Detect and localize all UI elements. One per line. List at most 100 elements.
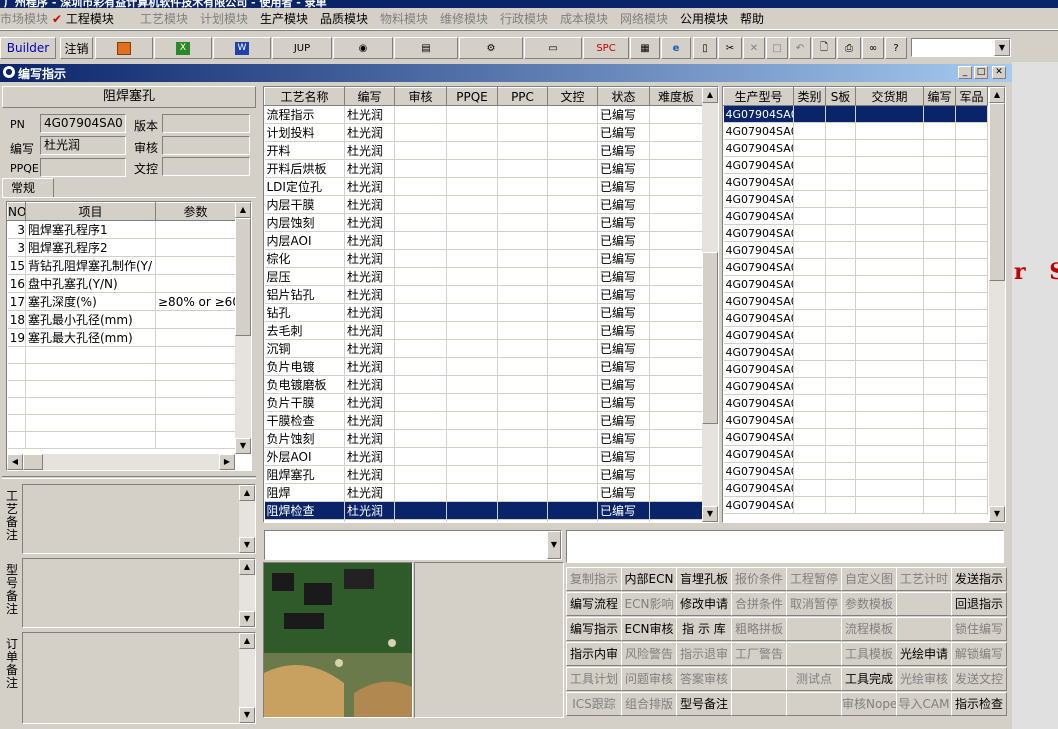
action-button[interactable]: 流程模板 [841, 617, 897, 641]
table-row[interactable]: 3 阻焊塞孔程序2 [7, 238, 236, 257]
table-row[interactable]: 负片蚀刻 杜光润 已编写 [264, 429, 703, 448]
table-row[interactable]: 内层AOI 杜光润 已编写 [264, 231, 703, 250]
table-row[interactable]: 内层干膜 杜光润 已编写 [264, 195, 703, 214]
menu-item-12[interactable]: 帮助 [740, 10, 764, 27]
param-hscroll[interactable]: ◀ ▶ [7, 454, 235, 470]
action-button[interactable]: 自定义图 [841, 567, 897, 591]
table-row[interactable]: 4G07904SA0 [723, 275, 988, 293]
table-row[interactable]: 16 盘中孔塞孔(Y/N) [7, 274, 236, 293]
table-row[interactable]: 阻焊塞孔 杜光润 已编写 [264, 465, 703, 484]
action-button[interactable]: 回退指示 [951, 592, 1007, 616]
jup-button[interactable]: JUP [272, 37, 332, 59]
table-row[interactable]: 4G07904SA0 [723, 326, 988, 344]
view-button[interactable]: ◉ [333, 37, 393, 59]
table-row[interactable]: 字符杜光润 已编写 [264, 519, 703, 522]
table-row[interactable]: 3 阻焊塞孔程序1 [7, 220, 236, 239]
model-header[interactable]: 编写 [923, 87, 956, 106]
action-button[interactable]: 指示检查 [951, 692, 1007, 716]
action-button[interactable]: 工厂警告 [731, 642, 787, 666]
param-vscroll[interactable]: ▲ ▼ [235, 202, 251, 454]
table-row[interactable]: 内层蚀刻 杜光润 已编写 [264, 213, 703, 232]
table-row[interactable]: 4G07904SA0 [723, 241, 988, 259]
table-row[interactable]: 沉铜 杜光润 已编写 [264, 339, 703, 358]
table-row[interactable]: 4G07904SA0 [723, 224, 988, 242]
table-row[interactable]: 阻焊检查 杜光润 已编写 [264, 501, 703, 520]
pn-field[interactable]: 4G07904SA0 [40, 114, 126, 133]
table-row[interactable]: 开料 杜光润 已编写 [264, 141, 703, 160]
table-row[interactable]: 4G07904SA0 [723, 309, 988, 327]
process-header[interactable]: 工艺名称 [264, 87, 345, 106]
menu-item-3[interactable]: 计划模块 [200, 10, 248, 27]
process-vscroll[interactable]: ▲ ▼ [702, 87, 718, 522]
model-header[interactable]: 军品 [955, 87, 988, 106]
remark-input[interactable] [566, 530, 1004, 563]
table-row[interactable]: 阻焊 杜光润 已编写 [264, 483, 703, 502]
action-button[interactable]: 指 示 库 [676, 617, 732, 641]
scroll-down-icon[interactable]: ▼ [239, 537, 255, 553]
param-header[interactable]: 项目 [25, 202, 156, 221]
action-button[interactable]: 解锁编写 [951, 642, 1007, 666]
action-button[interactable]: 指示内审 [566, 642, 622, 666]
table-row[interactable]: 17 塞孔深度(%) ≥80% or ≥60 [7, 292, 236, 311]
action-button[interactable]: 编写指示 [566, 617, 622, 641]
scroll-thumb[interactable] [989, 103, 1005, 281]
action-button[interactable] [786, 692, 842, 716]
process-header[interactable]: PPQE [446, 87, 498, 106]
table-row[interactable]: 干膜检查 杜光润 已编写 [264, 411, 703, 430]
table-row[interactable]: 负片电镀 杜光润 已编写 [264, 357, 703, 376]
table-row[interactable]: 19 塞孔最大孔径(mm) [7, 328, 236, 347]
param-header[interactable]: NO [7, 202, 26, 221]
undo-button[interactable]: ↶ [789, 37, 811, 59]
table-row[interactable]: 4G07904SA0 [723, 343, 988, 361]
minimize-button[interactable]: _ [958, 66, 972, 79]
table-row[interactable]: 4G07904SA0 [723, 428, 988, 446]
table-row[interactable]: 负电镀磨板 杜光润 已编写 [264, 375, 703, 394]
toolbar-combo[interactable]: ▼ [911, 38, 1011, 57]
table-row[interactable]: 4G07904SA0 [723, 105, 988, 123]
new-button[interactable]: ▯ [693, 37, 717, 59]
table-row[interactable]: 4G07904SA0 [723, 292, 988, 310]
note-textarea[interactable]: ▲ ▼ [22, 558, 256, 628]
network-button[interactable]: ⚙ [459, 37, 523, 59]
action-button[interactable]: 光绘申请 [896, 642, 952, 666]
menu-item-1[interactable]: ✔ 工程模块 [52, 10, 114, 27]
model-header[interactable]: 类别 [793, 87, 826, 106]
action-button[interactable]: 答案审核 [676, 667, 732, 691]
menu-item-10[interactable]: 网络模块 [620, 10, 668, 27]
action-button[interactable]: 审核Nope [841, 692, 897, 716]
process-header[interactable]: PPC [497, 87, 548, 106]
process-dropdown[interactable]: ▼ [264, 530, 562, 560]
table-row[interactable]: 4G07904SA0 [723, 377, 988, 395]
action-button[interactable]: 工程暂停 [786, 567, 842, 591]
model-vscroll[interactable]: ▲ ▼ [989, 87, 1005, 522]
table-row[interactable]: 4G07904SA0 [723, 360, 988, 378]
table-row[interactable]: 外层AOI 杜光润 已编写 [264, 447, 703, 466]
ppqe-field[interactable] [40, 158, 126, 177]
version-field[interactable] [162, 114, 250, 133]
spc-button[interactable]: SPC [583, 37, 629, 59]
table-row[interactable]: LDI定位孔 杜光润 已编写 [264, 177, 703, 196]
action-button[interactable]: 问题审核 [621, 667, 677, 691]
table-row[interactable]: 开料后烘板 杜光润 已编写 [264, 159, 703, 178]
action-button[interactable]: 修改申请 [676, 592, 732, 616]
action-button[interactable] [896, 592, 952, 616]
table-row[interactable]: 4G07904SA0 [723, 173, 988, 191]
action-button[interactable] [731, 692, 787, 716]
action-button[interactable]: 测试点 [786, 667, 842, 691]
excel-button[interactable]: X [154, 37, 212, 59]
scroll-down-icon[interactable]: ▼ [239, 707, 255, 723]
process-header[interactable]: 编写 [344, 87, 395, 106]
author-field[interactable]: 杜光润 [40, 136, 126, 155]
note-textarea[interactable]: ▲ ▼ [22, 484, 256, 554]
action-button[interactable]: 复制指示 [566, 567, 622, 591]
action-button[interactable]: 工具计划 [566, 667, 622, 691]
scroll-up-icon[interactable]: ▲ [239, 485, 255, 501]
param-header[interactable]: 参数 [155, 202, 236, 221]
table-row[interactable]: 4G07904SA0 [723, 258, 988, 276]
action-button[interactable]: 指示退审 [676, 642, 732, 666]
scroll-right-icon[interactable]: ▶ [219, 454, 235, 470]
find-button[interactable]: ∞ [862, 37, 884, 59]
cut-button[interactable]: ✂ [718, 37, 742, 59]
table-row[interactable]: 4G07904SA0 [723, 445, 988, 463]
action-button[interactable]: 粗略拼板 [731, 617, 787, 641]
